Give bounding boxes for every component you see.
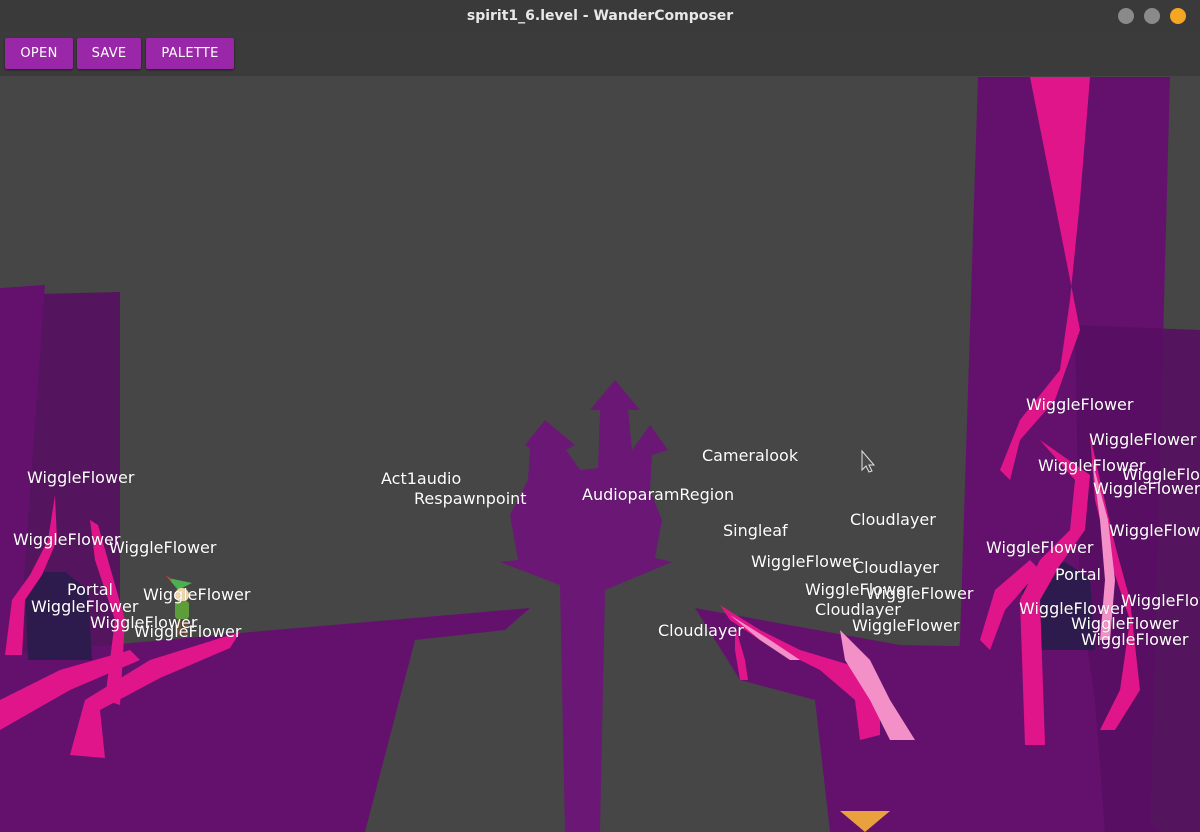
entity-label[interactable]: WiggleFlower xyxy=(852,618,959,634)
entity-label[interactable]: WiggleFlower xyxy=(1026,397,1133,413)
entity-label[interactable]: Singleaf xyxy=(723,523,788,539)
entity-label[interactable]: WiggleFlower xyxy=(751,554,858,570)
entity-label[interactable]: WiggleFlower xyxy=(143,587,250,603)
entity-label[interactable]: Cloudlayer xyxy=(853,560,939,576)
entity-label[interactable]: WiggleFlower xyxy=(986,540,1093,556)
entity-label[interactable]: Respawnpoint xyxy=(414,491,527,507)
entity-label[interactable]: Cameralook xyxy=(702,448,798,464)
toolbar: OPEN SAVE PALETTE xyxy=(0,32,1200,76)
save-button[interactable]: SAVE xyxy=(77,38,141,69)
palette-button[interactable]: PALETTE xyxy=(146,38,234,69)
entity-label[interactable]: WiggleFlower xyxy=(1109,523,1200,539)
entity-label[interactable]: Portal xyxy=(1055,567,1101,583)
entity-label[interactable]: Cloudlayer xyxy=(850,512,936,528)
close-button[interactable] xyxy=(1170,8,1186,24)
maximize-button[interactable] xyxy=(1144,8,1160,24)
open-button[interactable]: OPEN xyxy=(5,38,73,69)
entity-label[interactable]: WiggleFlower xyxy=(13,532,120,548)
window-title: spirit1_6.level - WanderComposer xyxy=(466,8,734,24)
castle-tower[interactable] xyxy=(500,380,672,832)
entity-label[interactable]: WiggleFlower xyxy=(27,470,134,486)
minimize-button[interactable] xyxy=(1118,8,1134,24)
entity-label[interactable]: WiggleFlower xyxy=(109,540,216,556)
entity-label[interactable]: Act1audio xyxy=(381,471,461,487)
entity-label[interactable]: WiggleFlower xyxy=(1081,632,1188,648)
entity-label[interactable]: WiggleFlower xyxy=(1121,593,1200,609)
entity-label[interactable]: WiggleFlower xyxy=(1093,481,1200,497)
mouse-cursor-icon xyxy=(861,449,876,473)
entity-label[interactable]: Portal xyxy=(67,582,113,598)
entity-label[interactable]: AudioparamRegion xyxy=(582,487,734,503)
entity-label[interactable]: WiggleFlower xyxy=(1089,432,1196,448)
level-scene xyxy=(0,77,1200,832)
entity-label[interactable]: WiggleFlower xyxy=(134,624,241,640)
title-bar: spirit1_6.level - WanderComposer xyxy=(0,0,1200,33)
level-canvas[interactable]: WiggleFlower WiggleFlower WiggleFlower P… xyxy=(0,77,1200,832)
entity-label[interactable]: Cloudlayer xyxy=(658,623,744,639)
